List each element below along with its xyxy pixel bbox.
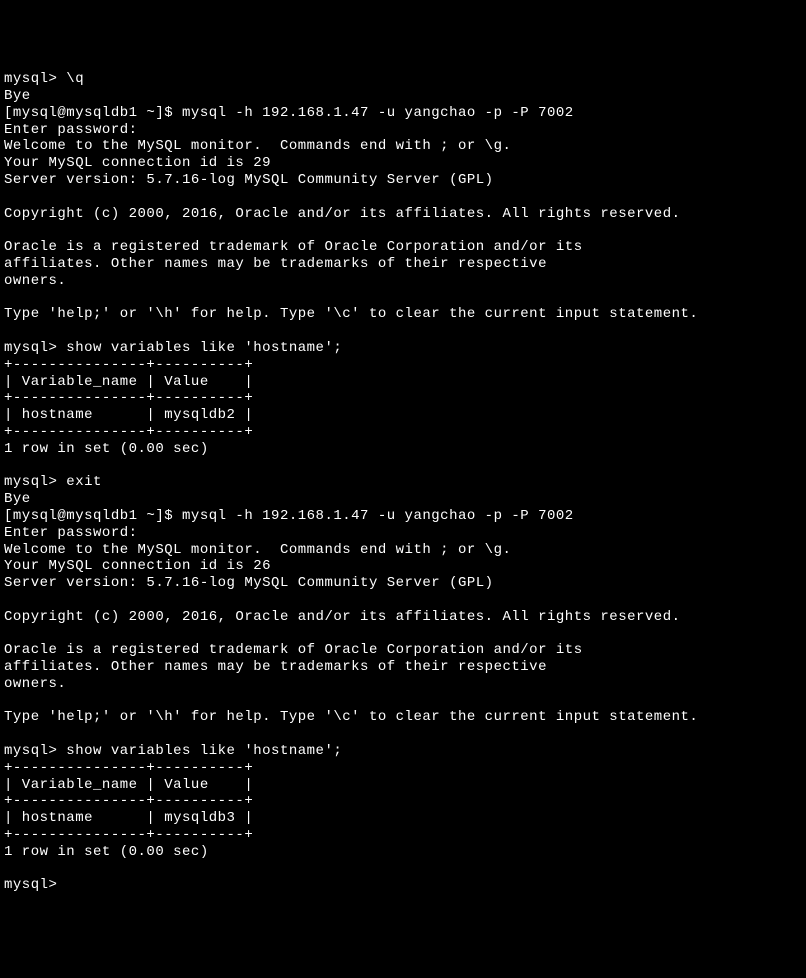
terminal-output[interactable]: mysql> \q Bye [mysql@mysqldb1 ~]$ mysql … — [4, 71, 802, 894]
